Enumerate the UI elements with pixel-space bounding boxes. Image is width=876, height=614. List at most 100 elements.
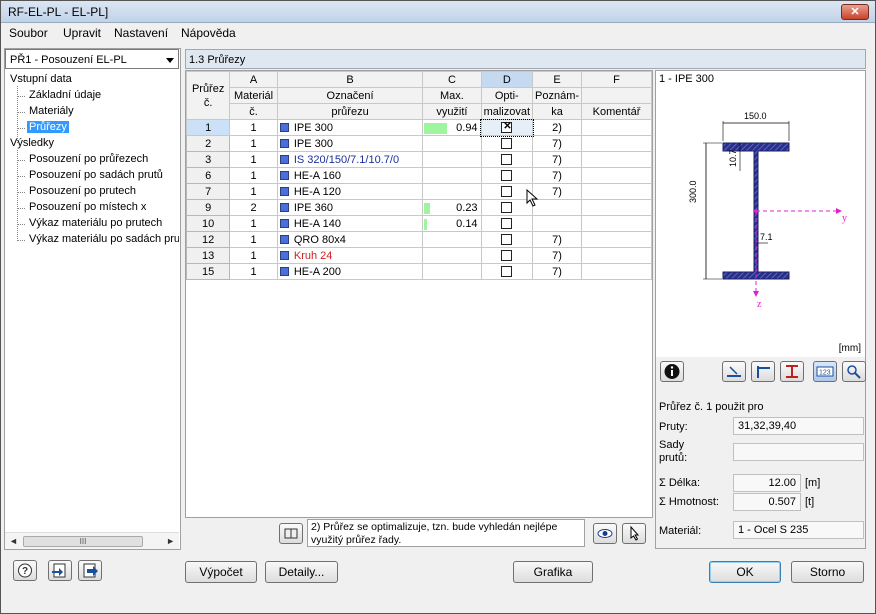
comment-cell[interactable] [581,247,652,264]
tree-item-po-prutech[interactable]: Posouzení po prutech [29,185,136,197]
section-name-cell[interactable]: Kruh 24 [276,247,424,264]
menu-nastaveni[interactable]: Nastavení [114,26,168,40]
material-cell[interactable]: 1 [229,231,278,248]
section-name-cell[interactable]: QRO 80x4 [276,231,424,248]
section-dims-icon[interactable] [722,361,746,382]
scroll-right-icon[interactable]: ► [166,536,175,546]
row-number-cell[interactable]: 3 [186,151,231,168]
note-cell[interactable]: 7) [532,135,583,152]
scroll-left-icon[interactable]: ◄ [9,536,18,546]
optimize-checkbox[interactable] [501,217,513,229]
optimize-cell[interactable] [480,167,534,184]
close-window-button[interactable]: ✕ [841,4,869,20]
table-row[interactable]: 6 1 HE-A 160 7) [186,167,652,184]
row-number-cell[interactable]: 13 [186,247,231,264]
tree-input-header[interactable]: Vstupní data [10,73,72,85]
optimize-checkbox[interactable] [501,233,513,245]
optimize-checkbox[interactable] [501,169,513,181]
comment-cell[interactable] [581,263,652,280]
section-name-cell[interactable]: IPE 300 [276,135,424,152]
section-name-cell[interactable]: HE-A 140 [276,215,424,232]
chevron-down-icon[interactable] [166,58,174,63]
menu-upravit[interactable]: Upravit [63,26,101,40]
max-utilization-cell[interactable] [422,231,482,248]
ok-button[interactable]: OK [709,561,781,583]
optimize-cell[interactable] [480,199,534,216]
section-name-cell[interactable]: HE-A 120 [276,183,424,200]
optimize-checkbox[interactable] [501,265,513,277]
note-cell[interactable]: 7) [532,263,583,280]
table-row[interactable]: 3 1 IS 320/150/7.1/10.7/0 7) [186,151,652,168]
max-utilization-cell[interactable] [422,167,482,184]
material-cell[interactable]: 1 [229,247,278,264]
section-name-cell[interactable]: HE-A 200 [276,263,424,280]
table-row[interactable]: 9 2 IPE 360 0.23 [186,199,652,216]
material-cell[interactable]: 1 [229,167,278,184]
book-icon[interactable] [279,523,303,544]
menu-soubor[interactable]: Soubor [9,26,48,40]
case-dropdown[interactable]: PŘ1 - Posouzení EL-PL [5,49,179,69]
comment-cell[interactable] [581,135,652,152]
material-cell[interactable]: 1 [229,183,278,200]
export-icon[interactable] [48,560,72,581]
section-name-cell[interactable]: IS 320/150/7.1/10.7/0 [276,151,424,168]
help-icon[interactable]: ? [13,560,37,581]
scroll-thumb[interactable]: III [23,536,143,547]
max-utilization-cell[interactable]: 0.14 [422,215,482,232]
comment-cell[interactable] [581,119,652,136]
max-utilization-cell[interactable] [422,263,482,280]
cancel-button[interactable]: Storno [791,561,864,583]
table-row[interactable]: 13 1 Kruh 24 7) [186,247,652,264]
i-beam-icon[interactable] [780,361,804,382]
details-button[interactable]: Detaily... [265,561,338,583]
max-utilization-cell[interactable] [422,151,482,168]
note-cell[interactable]: 7) [532,231,583,248]
section-name-cell[interactable]: IPE 300 [276,119,424,136]
table-row[interactable]: 12 1 QRO 80x4 7) [186,231,652,248]
optimize-checkbox[interactable] [501,153,513,165]
max-utilization-cell[interactable] [422,135,482,152]
row-number-cell[interactable]: 9 [186,199,231,216]
tree-item-po-mistech-x[interactable]: Posouzení po místech x [29,201,146,213]
numbering-icon[interactable]: 123 [813,361,837,382]
comment-cell[interactable] [581,231,652,248]
calculate-button[interactable]: Výpočet [185,561,257,583]
material-cell[interactable]: 1 [229,215,278,232]
max-utilization-cell[interactable]: 0.94 [422,119,482,136]
row-number-cell[interactable]: 10 [186,215,231,232]
col-letter-b[interactable]: B [276,71,424,88]
comment-cell[interactable] [581,215,652,232]
row-number-cell[interactable]: 15 [186,263,231,280]
optimize-cell[interactable] [480,263,534,280]
tree-results-header[interactable]: Výsledky [10,137,54,149]
tree-item-materialy[interactable]: Materiály [29,105,74,117]
eye-icon[interactable] [593,523,617,544]
col-letter-d[interactable]: D [480,71,534,88]
max-utilization-cell[interactable]: 0.23 [422,199,482,216]
table-row[interactable]: 7 1 HE-A 120 7) [186,183,652,200]
comment-cell[interactable] [581,151,652,168]
max-utilization-cell[interactable] [422,247,482,264]
comment-cell[interactable] [581,167,652,184]
table-row[interactable]: 10 1 HE-A 140 0.14 [186,215,652,232]
optimize-cell[interactable] [480,247,534,264]
optimize-cell[interactable] [480,118,534,137]
row-number-cell[interactable]: 7 [186,183,231,200]
optimize-checkbox[interactable] [501,137,513,149]
optimize-checkbox[interactable] [501,201,513,213]
optimize-cell[interactable] [480,215,534,232]
tree-item-zakladni-udaje[interactable]: Základní údaje [29,89,101,101]
optimize-checkbox[interactable] [501,249,513,261]
material-cell[interactable]: 1 [229,151,278,168]
note-cell[interactable] [532,215,583,232]
row-number-cell[interactable]: 6 [186,167,231,184]
material-cell[interactable]: 1 [229,263,278,280]
tree-item-vykaz-po-prutech[interactable]: Výkaz materiálu po prutech [29,217,162,229]
section-name-cell[interactable]: IPE 360 [276,199,424,216]
comment-cell[interactable] [581,199,652,216]
table-row[interactable]: 2 1 IPE 300 7) [186,135,652,152]
note-cell[interactable]: 7) [532,167,583,184]
tree-item-po-prurezech[interactable]: Posouzení po průřezech [29,153,148,165]
note-cell[interactable]: 2) [532,119,583,136]
table-row[interactable]: 11 IPE 300 0.94 2) [186,118,652,137]
